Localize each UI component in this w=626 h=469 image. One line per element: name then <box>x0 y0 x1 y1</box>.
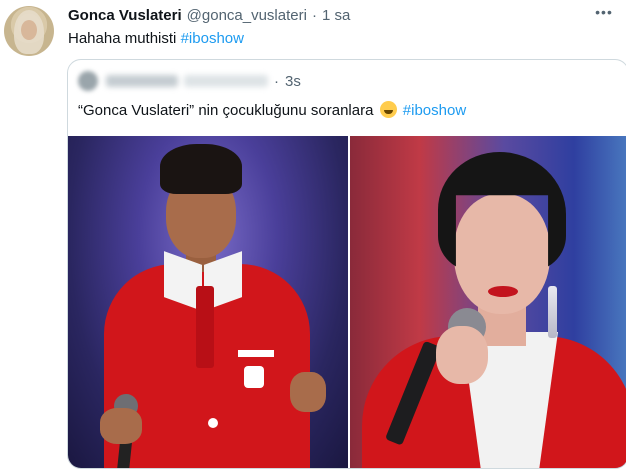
tweet-timestamp[interactable]: 1 sa <box>322 7 350 24</box>
more-horizontal-icon[interactable]: ••• <box>594 4 614 20</box>
quoted-author-name-blurred[interactable] <box>106 75 178 87</box>
quoted-media-grid <box>68 136 626 468</box>
red-lips <box>488 286 518 297</box>
hand <box>436 326 488 384</box>
avatar-face <box>21 20 37 40</box>
quoted-tweet-timestamp[interactable]: 3s <box>285 73 301 90</box>
pocket-square <box>238 350 274 357</box>
child-singer-photo[interactable] <box>68 136 348 468</box>
author-name[interactable]: Gonca Vuslateri <box>68 7 182 24</box>
earring <box>548 286 557 338</box>
quoted-tweet-text: “Gonca Vuslateri” nin çocukluğunu soranl… <box>78 101 466 119</box>
jacket-badge <box>244 366 264 388</box>
quoted-tweet-body: “Gonca Vuslateri” nin çocukluğunu soranl… <box>78 102 374 119</box>
quoted-tweet-header: · 3s <box>78 71 301 91</box>
woman-singer-photo[interactable] <box>350 136 626 468</box>
red-tie <box>196 286 214 368</box>
quoted-author-handle-blurred[interactable] <box>184 75 268 87</box>
right-hand <box>290 372 326 412</box>
author-avatar[interactable] <box>4 6 54 56</box>
quoted-tweet-card[interactable]: · 3s “Gonca Vuslateri” nin çocukluğunu s… <box>67 59 626 469</box>
jacket-button <box>208 418 218 428</box>
hashtag-link[interactable]: #iboshow <box>181 30 244 47</box>
quoted-author-avatar-blurred[interactable] <box>78 71 98 91</box>
left-hand <box>100 408 142 444</box>
tweet-body: Hahaha muthisti <box>68 30 177 47</box>
tweet-header: Gonca Vuslateri @gonca_vuslateri · 1 sa <box>68 5 350 25</box>
quoted-hashtag-link[interactable]: #iboshow <box>403 102 466 119</box>
tweet-text: Hahaha muthisti #iboshow <box>68 30 244 47</box>
child-hair <box>160 144 242 194</box>
author-handle[interactable]: @gonca_vuslateri <box>187 7 307 24</box>
quoted-separator-dot: · <box>274 72 279 90</box>
face-with-tears-of-joy-icon <box>379 101 397 118</box>
separator-dot: · <box>311 6 317 24</box>
